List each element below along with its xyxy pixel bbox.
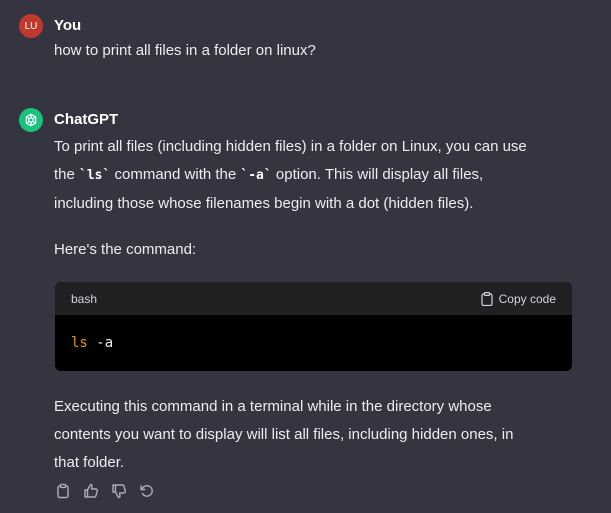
copy-code-label: Copy code [498,291,556,306]
code-block-header: bash Copy code [55,282,572,315]
code-language-label: bash [71,291,98,306]
thumbs-up-icon[interactable] [82,482,100,500]
copy-code-button[interactable]: Copy code [481,292,556,306]
clipboard-icon [481,291,493,306]
paragraph-line: Executing this command in a terminal whi… [54,398,492,415]
paragraph-line: including those whose filenames begin wi… [54,195,474,212]
openai-logo-icon [25,113,37,127]
user-avatar-initials: LU [24,20,38,32]
copy-icon[interactable] [54,482,72,500]
user-message-text: how to print all files in a folder on li… [54,42,316,59]
user-avatar: LU [19,14,43,38]
assistant-paragraph-1: To print all files (including hidden fil… [54,133,574,218]
paragraph-line: that folder. [54,454,125,471]
assistant-avatar [19,108,43,132]
paragraph-line: the `ls` command with the `-a` option. T… [54,161,574,190]
paragraph-line: To print all files (including hidden fil… [54,138,527,155]
text-span: option. This will display all files, [271,166,484,183]
user-name: You [54,17,82,34]
code-content: ls -a [55,315,572,371]
paragraph-line: contents you want to display will list a… [54,426,514,443]
thumbs-down-icon[interactable] [110,482,128,500]
chat-page: LU You how to print all files in a folde… [0,0,611,513]
regenerate-icon[interactable] [138,482,156,500]
inline-code-ls: `ls` [79,168,111,183]
inline-code-a: `-a` [240,168,272,183]
assistant-paragraph-2: Here's the command: [54,241,197,258]
assistant-name: ChatGPT [54,111,119,128]
code-arguments: -a [87,335,114,351]
message-actions [54,482,156,500]
code-block: bash Copy code ls -a [55,282,572,371]
code-command: ls [71,335,88,351]
assistant-paragraph-3: Executing this command in a terminal whi… [54,393,574,477]
text-span: the [54,166,80,183]
text-span: command with the [110,166,241,183]
